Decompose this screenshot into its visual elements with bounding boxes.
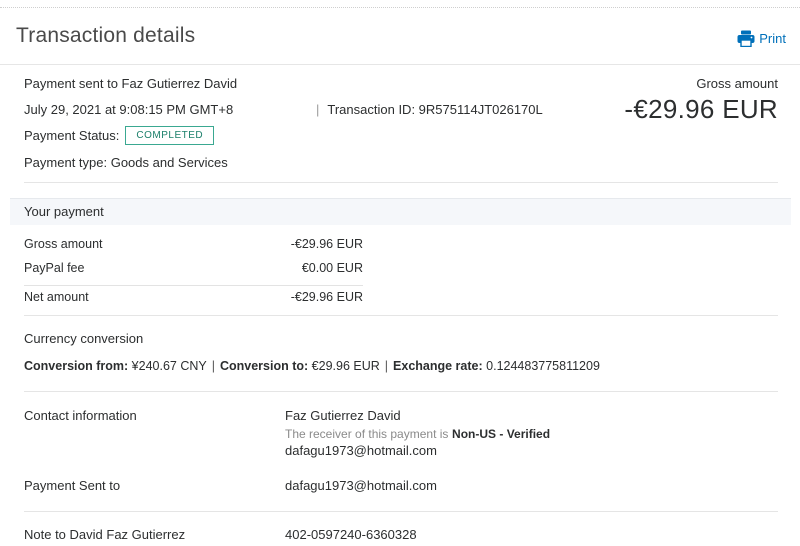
- separator: |: [211, 359, 215, 373]
- payment-status: Payment Status: COMPLETED: [24, 126, 215, 145]
- your-payment-header: Your payment: [10, 198, 791, 225]
- print-label: Print: [759, 31, 786, 46]
- currency-conversion-title: Currency conversion: [24, 331, 144, 346]
- contact-email[interactable]: dafagu1973@hotmail.com: [285, 443, 437, 458]
- page-header: Transaction details Print: [0, 8, 800, 65]
- divider: [24, 315, 778, 316]
- exchange-rate-value: 0.124483775811209: [486, 359, 600, 373]
- payment-row-label: PayPal fee: [24, 261, 85, 275]
- printer-icon: [737, 30, 755, 47]
- note-label: Note to David Faz Gutierrez: [24, 527, 186, 542]
- your-payment-title: Your payment: [24, 204, 104, 219]
- gross-amount-value: -€29.96 EUR: [624, 94, 778, 124]
- conversion-from-value: ¥240.67 CNY: [131, 359, 207, 373]
- payment-row-value: -€29.96 EUR: [290, 290, 363, 304]
- separator: |: [316, 102, 320, 117]
- note-value: 402-0597240-6360328: [285, 527, 417, 542]
- divider: [24, 285, 363, 286]
- status-badge: COMPLETED: [125, 126, 215, 145]
- gross-amount-label: Gross amount: [696, 76, 778, 91]
- payment-type: Payment type: Goods and Services: [24, 155, 228, 170]
- transaction-id-text: Transaction ID: 9R575114JT026170L: [327, 102, 543, 117]
- divider: [24, 511, 778, 512]
- payment-sent-to: Payment sent to Faz Gutierrez David: [24, 76, 238, 91]
- currency-conversion-details: Conversion from: ¥240.67 CNY | Conversion …: [24, 359, 600, 373]
- contact-information-label: Contact information: [24, 408, 137, 423]
- conversion-to-value: €29.96 EUR: [311, 359, 380, 373]
- payment-row-value: -€29.96 EUR: [290, 237, 363, 251]
- page-title: Transaction details: [16, 24, 196, 47]
- payment-sent-to-label: Payment Sent to: [24, 478, 121, 493]
- payment-row-value: €0.00 EUR: [301, 261, 363, 275]
- payment-row-label: Gross amount: [24, 237, 103, 251]
- payment-sent-to-email[interactable]: dafagu1973@hotmail.com: [285, 478, 437, 493]
- receiver-info: The receiver of this payment is Non-US -…: [285, 426, 550, 441]
- payment-status-label: Payment Status:: [24, 128, 120, 143]
- conversion-to-label: Conversion to:: [219, 359, 309, 373]
- print-button[interactable]: Print: [737, 30, 786, 47]
- transaction-summary: Payment sent to Faz Gutierrez David July…: [24, 74, 778, 183]
- conversion-from-label: Conversion from:: [24, 359, 129, 373]
- contact-name: Faz Gutierrez David: [285, 408, 401, 423]
- transaction-date: July 29, 2021 at 9:08:15 PM GMT+8: [24, 102, 234, 117]
- transaction-id: | Transaction ID: 9R575114JT026170L: [316, 102, 543, 117]
- divider: [24, 391, 778, 392]
- exchange-rate-label: Exchange rate:: [393, 359, 483, 373]
- receiver-note: The receiver of this payment is: [285, 427, 449, 441]
- receiver-status: Non-US - Verified: [452, 427, 551, 441]
- separator: |: [384, 359, 389, 373]
- payment-row-label: Net amount: [24, 290, 89, 304]
